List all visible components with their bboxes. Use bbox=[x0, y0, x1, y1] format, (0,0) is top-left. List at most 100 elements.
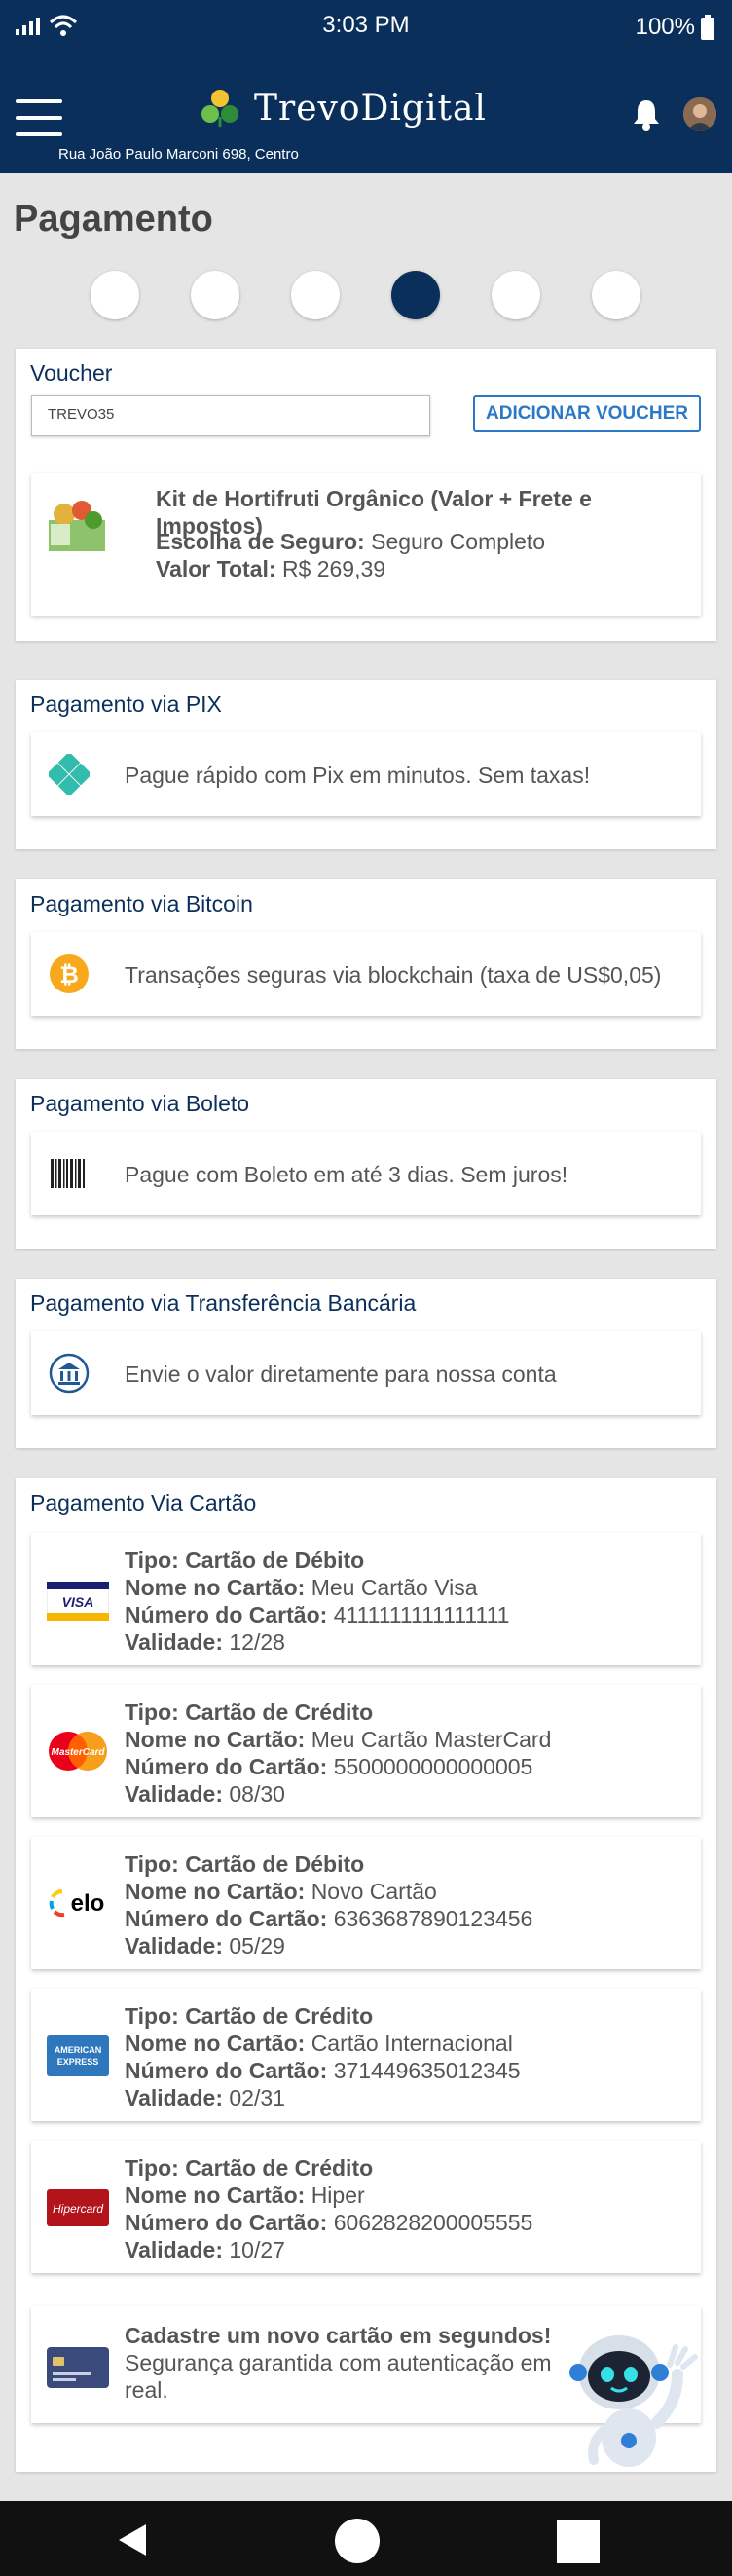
card-name-value: Novo Cartão bbox=[311, 1879, 437, 1904]
bank-transfer-option[interactable]: Envie o valor diretamente para nossa con… bbox=[31, 1331, 701, 1415]
recents-icon[interactable] bbox=[557, 2520, 600, 2563]
saved-card-hipercard[interactable]: Hipercard Tipo: Cartão de Crédito Nome n… bbox=[31, 2141, 701, 2273]
card-validity-value: 05/29 bbox=[229, 1933, 285, 1959]
card-name-label: Nome no Cartão: bbox=[125, 2183, 306, 2208]
mastercard-icon: MasterCard bbox=[49, 1732, 107, 1771]
card-number-label: Número do Cartão: bbox=[125, 2210, 328, 2235]
card-details: Tipo: Cartão de Crédito Nome no Cartão: … bbox=[125, 2002, 521, 2111]
amex-icon: AMERICAN EXPRESS bbox=[47, 2035, 109, 2076]
card-details: Tipo: Cartão de Débito Nome no Cartão: M… bbox=[125, 1547, 509, 1656]
card-validity-label: Validade: bbox=[125, 1781, 223, 1807]
card-name-value: Hiper bbox=[311, 2183, 365, 2208]
bitcoin-icon: ₿ bbox=[50, 954, 89, 993]
step-6[interactable] bbox=[592, 271, 640, 319]
card-type-value: Cartão de Crédito bbox=[185, 2155, 374, 2181]
step-5[interactable] bbox=[492, 271, 540, 319]
avatar[interactable] bbox=[683, 97, 716, 131]
app-header: TrevoDigital Rua João Paulo Marconi 698,… bbox=[0, 58, 732, 173]
card-type-value: Cartão de Débito bbox=[185, 1548, 365, 1573]
total-line: Valor Total: R$ 269,39 bbox=[156, 555, 385, 582]
step-2[interactable] bbox=[191, 271, 239, 319]
card-payment-title: Pagamento Via Cartão bbox=[30, 1490, 257, 1515]
pix-description: Pague rápido com Pix em minutos. Sem tax… bbox=[125, 763, 591, 788]
system-navigation-bar bbox=[0, 2501, 732, 2576]
step-1[interactable] bbox=[91, 271, 139, 319]
card-number-label: Número do Cartão: bbox=[125, 1602, 328, 1627]
new-card-title: Cadastre um novo cartão em segundos! bbox=[125, 2323, 552, 2348]
clover-icon bbox=[201, 90, 238, 127]
bitcoin-option[interactable]: ₿ Transações seguras via blockchain (tax… bbox=[31, 932, 701, 1016]
saved-card-mastercard[interactable]: MasterCard Tipo: Cartão de Crédito Nome … bbox=[31, 1685, 701, 1817]
card-number-label: Número do Cartão: bbox=[125, 2058, 328, 2083]
back-icon[interactable] bbox=[115, 2522, 150, 2557]
status-bar: 3:03 PM 100% bbox=[0, 0, 732, 58]
card-details: Tipo: Cartão de Débito Nome no Cartão: N… bbox=[125, 1850, 532, 1960]
card-number-value: 4111111111111111 bbox=[333, 1602, 510, 1627]
card-validity-value: 12/28 bbox=[229, 1629, 285, 1655]
boleto-option[interactable]: Pague com Boleto em até 3 dias. Sem juro… bbox=[31, 1132, 701, 1215]
card-details: Tipo: Cartão de Crédito Nome no Cartão: … bbox=[125, 2154, 532, 2263]
robot-assistant-icon[interactable] bbox=[561, 2326, 707, 2472]
bank-transfer-section: Pagamento via Transferência Bancária Env… bbox=[16, 1279, 716, 1448]
brand-name: TrevoDigital bbox=[254, 88, 487, 129]
credit-card-icon bbox=[47, 2347, 109, 2388]
step-3[interactable] bbox=[291, 271, 340, 319]
saved-card-elo[interactable]: elo Tipo: Cartão de Débito Nome no Cartã… bbox=[31, 1837, 701, 1969]
card-name-label: Nome no Cartão: bbox=[125, 1575, 306, 1600]
progress-steps bbox=[0, 271, 732, 321]
card-number-label: Número do Cartão: bbox=[125, 1754, 328, 1779]
bank-icon bbox=[49, 1353, 90, 1394]
card-validity-label: Validade: bbox=[125, 2085, 223, 2110]
bitcoin-title: Pagamento via Bitcoin bbox=[30, 891, 253, 916]
total-label: Valor Total: bbox=[156, 556, 276, 581]
pix-option[interactable]: Pague rápido com Pix em minutos. Sem tax… bbox=[31, 732, 701, 816]
card-validity-value: 02/31 bbox=[229, 2085, 285, 2110]
battery-level: 100% bbox=[635, 14, 695, 40]
delivery-address[interactable]: Rua João Paulo Marconi 698, Centro bbox=[58, 146, 299, 163]
card-payment-section: Pagamento Via Cartão VISA Tipo: Cartão d… bbox=[16, 1478, 716, 2472]
hipercard-logo-text: Hipercard bbox=[53, 2202, 103, 2216]
voucher-input[interactable]: TREVO35 bbox=[31, 395, 430, 436]
bitcoin-section: Pagamento via Bitcoin ₿ Transações segur… bbox=[16, 879, 716, 1049]
svg-text:₿: ₿ bbox=[59, 961, 79, 989]
order-summary-card: Kit de Hortifruti Orgânico (Valor + Fret… bbox=[31, 473, 701, 616]
card-details: Tipo: Cartão de Crédito Nome no Cartão: … bbox=[125, 1699, 551, 1808]
pix-section: Pagamento via PIX Pague rápido com Pix e… bbox=[16, 680, 716, 849]
bitcoin-description: Transações seguras via blockchain (taxa … bbox=[125, 962, 662, 988]
add-voucher-button[interactable]: ADICIONAR VOUCHER bbox=[473, 395, 701, 432]
saved-card-amex[interactable]: AMERICAN EXPRESS Tipo: Cartão de Crédito… bbox=[31, 1989, 701, 2121]
brand-logo[interactable]: TrevoDigital bbox=[200, 88, 487, 129]
voucher-section: Voucher TREVO35 ADICIONAR VOUCHER Kit de… bbox=[16, 349, 716, 641]
battery-icon bbox=[701, 15, 714, 40]
card-type-value: Cartão de Crédito bbox=[185, 2003, 374, 2029]
page-title: Pagamento bbox=[14, 199, 213, 240]
bank-transfer-description: Envie o valor diretamente para nossa con… bbox=[125, 1362, 557, 1387]
insurance-label: Escolha de Seguro: bbox=[156, 529, 365, 554]
total-value: R$ 269,39 bbox=[281, 556, 386, 581]
home-icon[interactable] bbox=[335, 2519, 380, 2563]
bell-icon[interactable] bbox=[631, 97, 662, 131]
card-name-label: Nome no Cartão: bbox=[125, 1879, 306, 1904]
status-time: 3:03 PM bbox=[322, 12, 410, 38]
card-type-label: Tipo: bbox=[125, 1699, 179, 1725]
card-name-value: Meu Cartão MasterCard bbox=[311, 1727, 552, 1752]
mastercard-logo-text: MasterCard bbox=[51, 1747, 105, 1758]
voucher-label: Voucher bbox=[30, 360, 113, 386]
insurance-line: Escolha de Seguro: Seguro Completo bbox=[156, 528, 545, 555]
hipercard-icon: Hipercard bbox=[47, 2189, 109, 2226]
produce-box-icon bbox=[49, 501, 105, 551]
pix-icon bbox=[49, 754, 90, 795]
card-number-label: Número do Cartão: bbox=[125, 1906, 328, 1931]
visa-logo-text: VISA bbox=[62, 1594, 94, 1610]
card-type-label: Tipo: bbox=[125, 1548, 179, 1573]
card-number-value: 6363687890123456 bbox=[333, 1906, 533, 1931]
step-4-current[interactable] bbox=[391, 271, 440, 319]
visa-icon: VISA bbox=[47, 1582, 109, 1621]
card-type-value: Cartão de Crédito bbox=[185, 1699, 374, 1725]
battery-indicator: 100% bbox=[636, 14, 714, 41]
card-name-label: Nome no Cartão: bbox=[125, 1727, 306, 1752]
saved-card-visa[interactable]: VISA Tipo: Cartão de Débito Nome no Cart… bbox=[31, 1533, 701, 1665]
card-type-label: Tipo: bbox=[125, 2155, 179, 2181]
menu-icon[interactable] bbox=[16, 99, 62, 136]
elo-icon: elo bbox=[49, 1889, 104, 1918]
